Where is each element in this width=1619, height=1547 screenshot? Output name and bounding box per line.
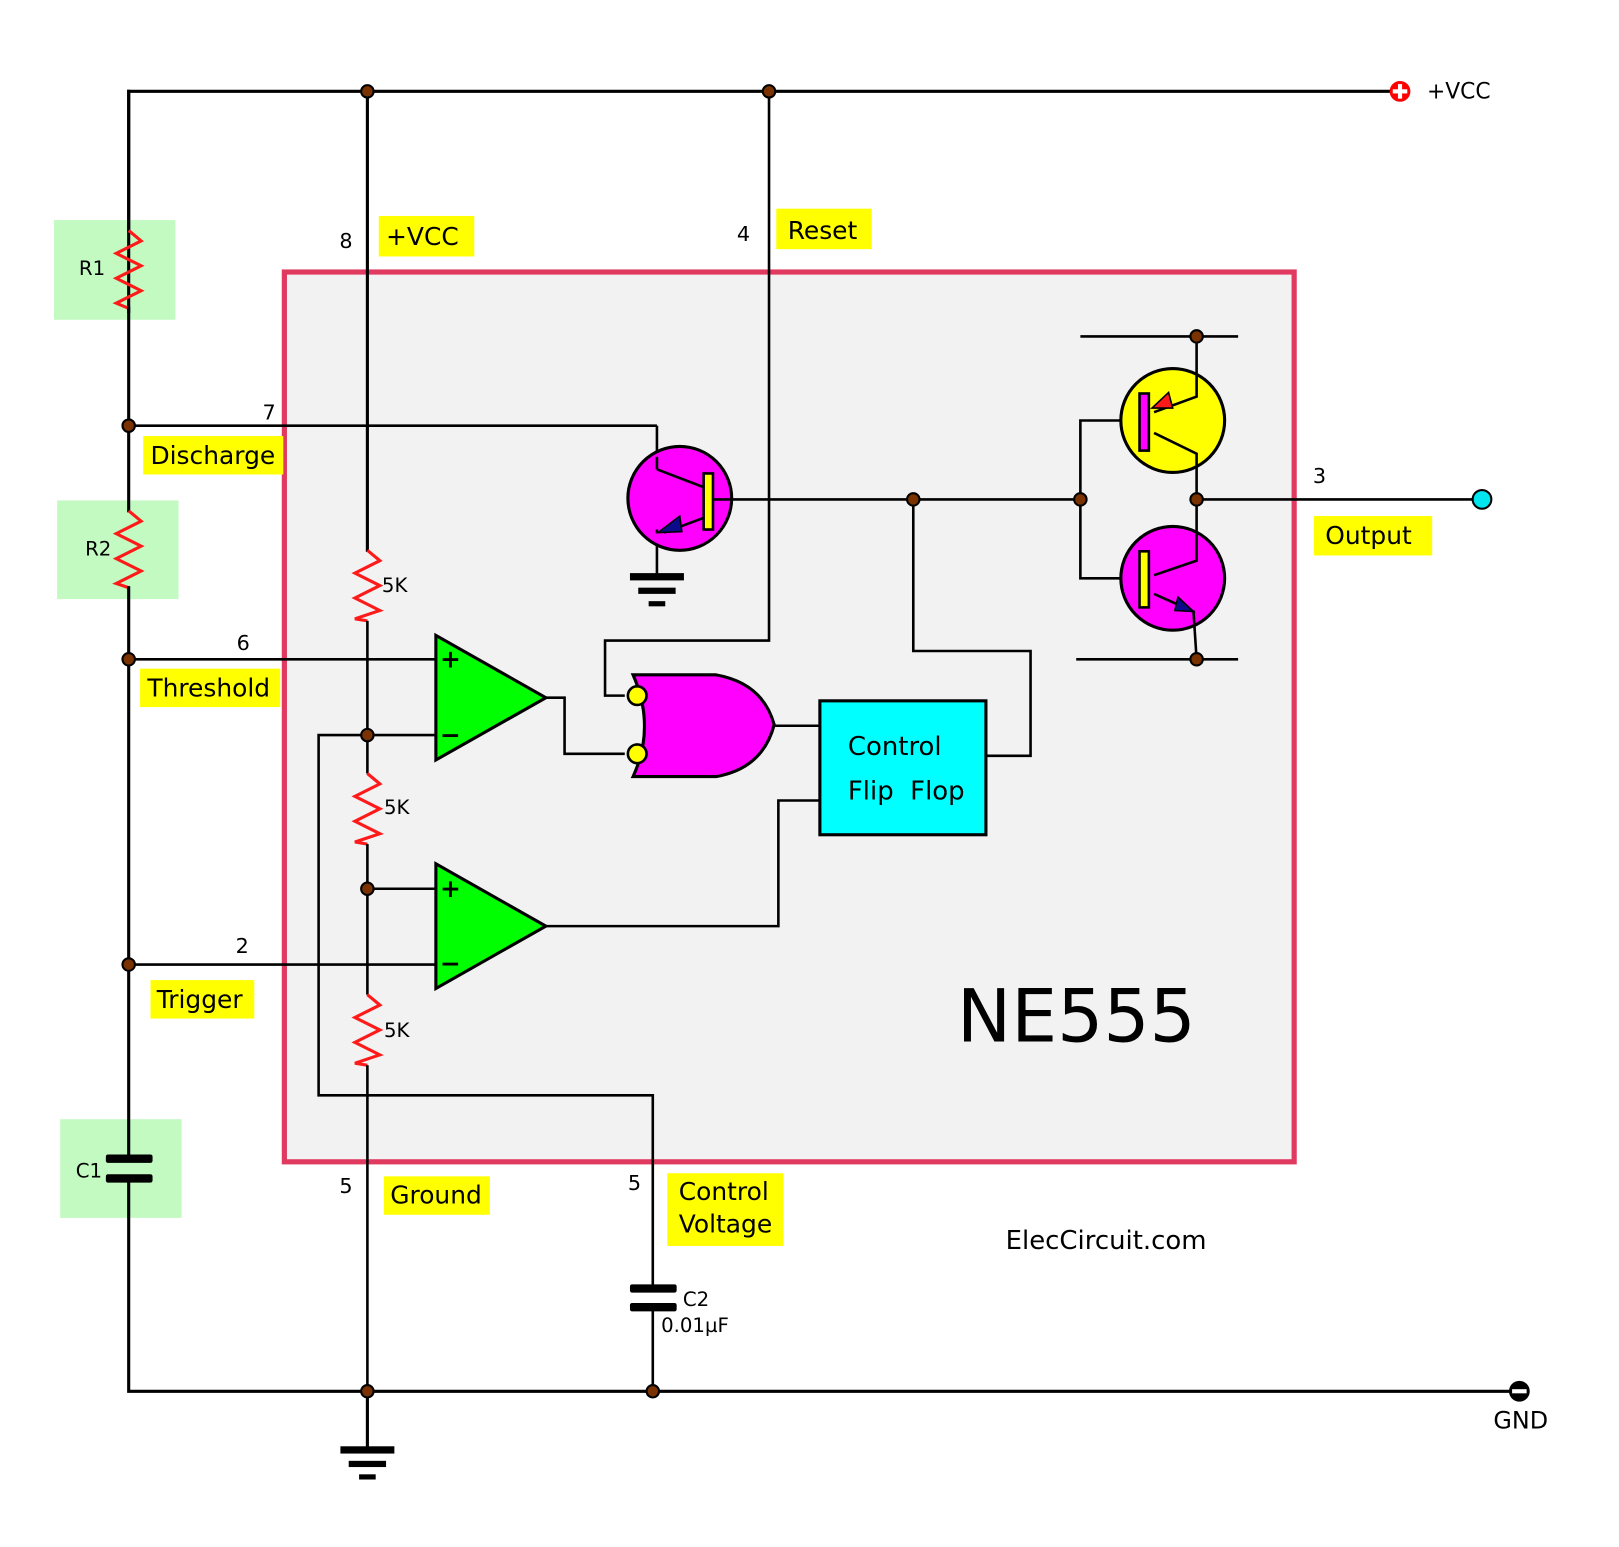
pin-2-number: 2: [236, 934, 249, 958]
chip-title: NE555: [957, 975, 1196, 1059]
r2-label: R2: [85, 537, 111, 560]
pin-ground-label: Ground: [390, 1180, 482, 1209]
pin-6-number: 6: [237, 631, 250, 655]
pin-6-label: Threshold: [146, 674, 270, 703]
or-input-bubble-2: [626, 743, 648, 765]
r1-highlight: [53, 220, 176, 320]
divider-resistor-2-label: 5K: [384, 796, 411, 819]
gnd-rail-label: GND: [1493, 1407, 1548, 1435]
pin-control-label-line2: Voltage: [679, 1209, 772, 1238]
or-gate: [626, 673, 776, 779]
r1-label: R1: [79, 257, 105, 280]
svg-text:−: −: [440, 720, 461, 749]
pin-8-number: 8: [339, 229, 352, 253]
c2-plate-top: [629, 1284, 677, 1293]
or-input-bubble-1: [626, 684, 648, 707]
svg-text:+: +: [440, 645, 461, 674]
c2-value: 0.01µF: [661, 1314, 729, 1337]
control-flip-flop: Control Flip Flop: [818, 699, 988, 837]
pin-3-number: 3: [1313, 464, 1326, 488]
watermark: ElecCircuit.com: [1006, 1226, 1207, 1256]
svg-text:Control: Control: [848, 732, 942, 762]
pin-control-label-line1: Control: [679, 1177, 769, 1206]
c2-plate-bottom: [629, 1303, 677, 1312]
divider-resistor-1-label: 5K: [382, 574, 409, 597]
gnd-terminal[interactable]: [1508, 1380, 1530, 1402]
svg-text:Flip Flop: Flip Flop: [848, 776, 965, 806]
pin-3-label: Output: [1325, 521, 1412, 550]
svg-text:−: −: [440, 949, 461, 978]
pin-2-label: Trigger: [156, 985, 244, 1014]
divider-resistor-3-label: 5K: [384, 1019, 411, 1042]
c2-label: C2: [683, 1288, 709, 1311]
ground-symbol-main: [340, 1446, 395, 1480]
c1-plate-top: [105, 1154, 153, 1163]
vcc-terminal[interactable]: [1389, 80, 1411, 102]
pin-7-number: 7: [263, 400, 276, 424]
pin-8-label: +VCC: [386, 222, 459, 251]
output-terminal[interactable]: [1471, 489, 1493, 510]
c1-label: C1: [76, 1159, 102, 1182]
pin-control-number: 5: [628, 1171, 641, 1195]
pin-4-number: 4: [737, 222, 750, 246]
ne555-schematic: + − + − Control Flip Flop +VCC GND R1 R2…: [53, 80, 1548, 1480]
pin-ground-number: 5: [339, 1174, 352, 1198]
vcc-rail-label: +VCC: [1427, 80, 1491, 105]
svg-text:+: +: [440, 874, 461, 903]
pin-7-label: Discharge: [150, 441, 275, 470]
pin-4-label: Reset: [788, 216, 858, 245]
